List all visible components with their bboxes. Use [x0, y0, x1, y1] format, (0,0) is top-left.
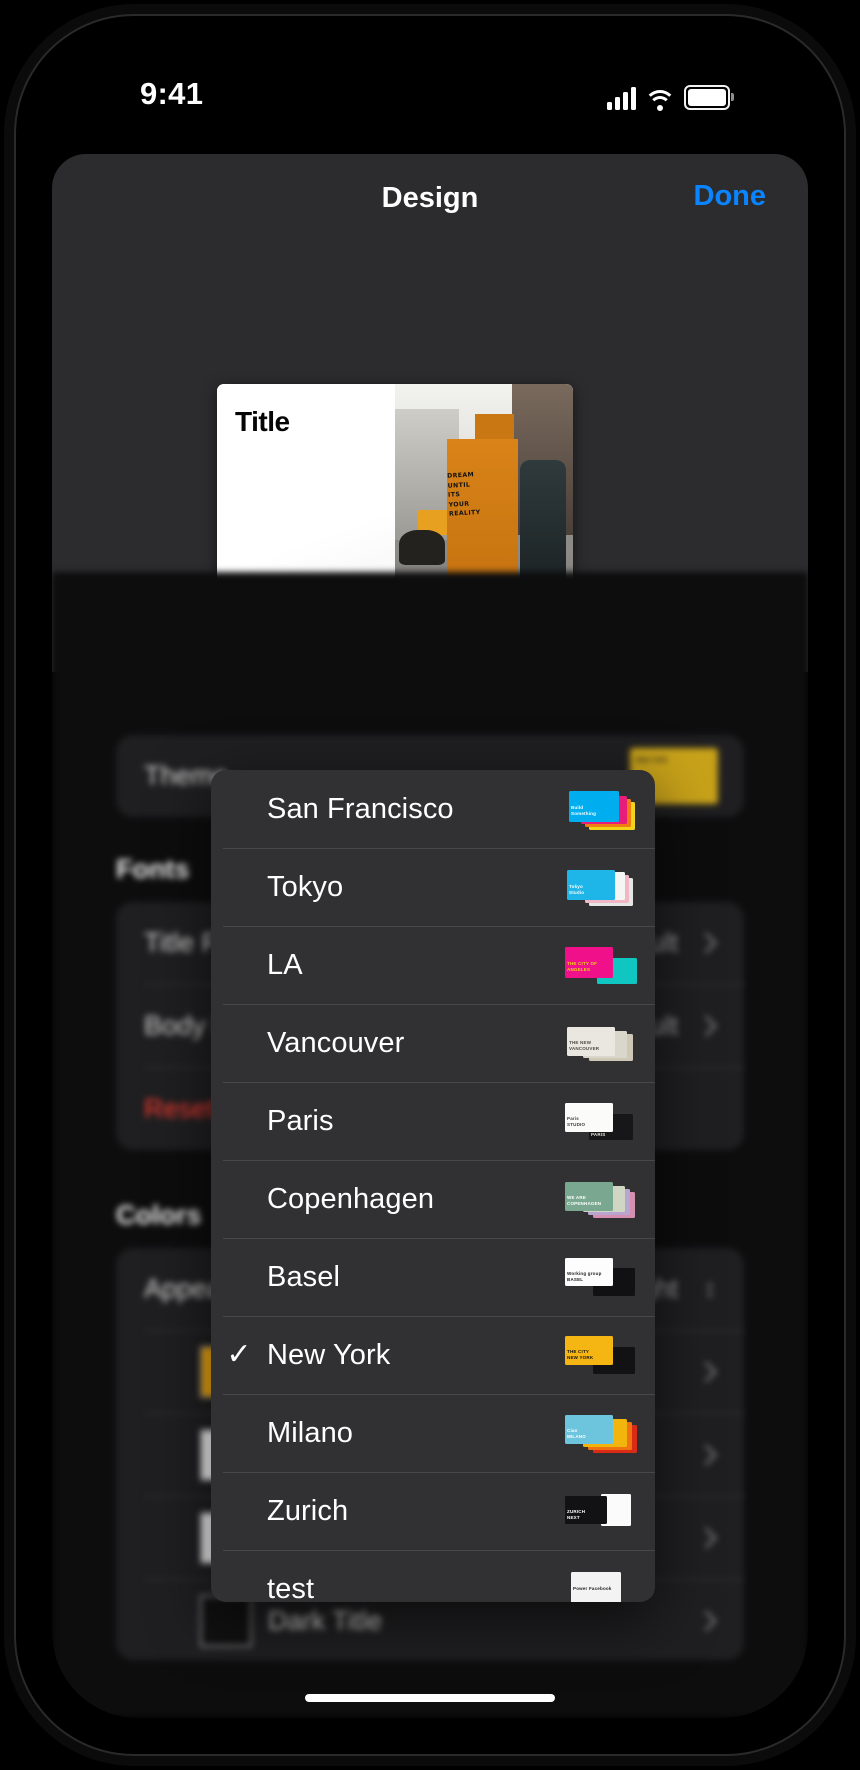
theme-thumbnail-icon: WE ARE COPENHAGEN — [563, 1176, 637, 1222]
theme-thumbnail-label: New York — [636, 757, 668, 764]
phone-screen: 9:41 Design Done Title DREAM UNTIL ITS Y… — [52, 52, 808, 1718]
checkmark-icon: ✓ — [226, 1338, 252, 1371]
theme-menu-item[interactable]: ✓ New York NYTHE CITYNEW YORK — [211, 1316, 655, 1394]
chevron-right-icon — [695, 1444, 718, 1466]
status-bar: 9:41 — [52, 52, 808, 148]
phone-frame: 9:41 Design Done Title DREAM UNTIL ITS Y… — [14, 14, 846, 1756]
stepper-icon[interactable]: ↕ — [704, 1277, 716, 1301]
theme-thumbnail-icon: Build Something — [563, 786, 637, 832]
wifi-icon — [644, 88, 676, 111]
preview-title: Title — [235, 406, 290, 437]
done-button[interactable]: Done — [694, 180, 767, 213]
theme-thumbnail-icon: Ciao MILANO — [563, 1410, 637, 1456]
theme-menu-item[interactable]: LA LATHE CITY OFANGELES — [211, 926, 655, 1004]
chevron-right-icon — [695, 932, 718, 954]
theme-thumbnail-icon: Tokyo Studio — [563, 864, 637, 910]
theme-thumbnail-icon: bslWorking groupBASEL — [563, 1254, 637, 1300]
theme-menu-item[interactable]: Tokyo Tokyo Studio — [211, 848, 655, 926]
theme-menu-item[interactable]: Milano Ciao MILANO — [211, 1394, 655, 1472]
theme-menu-item[interactable]: test Power Facebook — [211, 1550, 655, 1602]
theme-menu-item-label: LA — [267, 948, 303, 981]
theme-menu-item-label: Zurich — [267, 1494, 349, 1527]
color-swatch — [200, 1595, 252, 1647]
theme-menu-item-label: New York — [267, 1338, 391, 1371]
dark-title-label: Dark Title — [268, 1605, 383, 1636]
theme-menu-item-label: San Francisco — [267, 792, 454, 825]
home-indicator — [305, 1694, 555, 1702]
theme-menu-item-label: Milano — [267, 1416, 354, 1449]
design-sheet: Design Done Title DREAM UNTIL ITS YOUR R… — [52, 154, 808, 1718]
cellular-signal-icon — [607, 87, 636, 110]
theme-menu-item-label: Tokyo — [267, 870, 344, 903]
theme-thumbnail-icon: ZURICH NEXT — [563, 1488, 637, 1534]
theme-thumbnail-icon: Power Facebook — [563, 1566, 637, 1602]
fonts-section-label: Fonts — [116, 854, 190, 884]
theme-menu-item-label: Copenhagen — [267, 1182, 435, 1215]
battery-full-icon — [684, 85, 734, 110]
theme-thumbnail-icon: NYTHE CITYNEW YORK — [563, 1332, 637, 1378]
theme-menu-item[interactable]: Copenhagen WE ARE COPENHAGEN — [211, 1160, 655, 1238]
theme-menu-item[interactable]: Basel bslWorking groupBASEL — [211, 1238, 655, 1316]
theme-menu-item[interactable]: San Francisco Build Something — [211, 770, 655, 848]
theme-dropdown-menu[interactable]: San Francisco Build Something Tokyo Tokyo Stu… — [211, 770, 655, 1602]
chevron-right-icon — [695, 1361, 718, 1383]
chevron-right-icon — [695, 1527, 718, 1549]
theme-menu-item-label: test — [267, 1572, 315, 1603]
colors-section-label: Colors — [116, 1200, 202, 1230]
theme-menu-item-label: Basel — [267, 1260, 341, 1293]
status-icons — [607, 80, 734, 111]
chevron-right-icon — [695, 1015, 718, 1037]
theme-thumbnail-icon: LATHE CITY OFANGELES — [563, 942, 637, 988]
chevron-right-icon — [695, 1610, 718, 1632]
theme-menu-item[interactable]: Paris THEPARISParisSTUDIO — [211, 1082, 655, 1160]
theme-thumbnail-icon: THE NEW VANCOUVER — [563, 1020, 637, 1066]
theme-menu-item[interactable]: Vancouver THE NEW VANCOUVER — [211, 1004, 655, 1082]
status-time: 9:41 — [140, 76, 204, 111]
theme-menu-item-label: Paris — [267, 1104, 334, 1137]
theme-menu-item-label: Vancouver — [267, 1026, 405, 1059]
theme-thumbnail-icon: THEPARISParisSTUDIO — [563, 1098, 637, 1144]
theme-menu-item[interactable]: Zurich ZURICH NEXT — [211, 1472, 655, 1550]
